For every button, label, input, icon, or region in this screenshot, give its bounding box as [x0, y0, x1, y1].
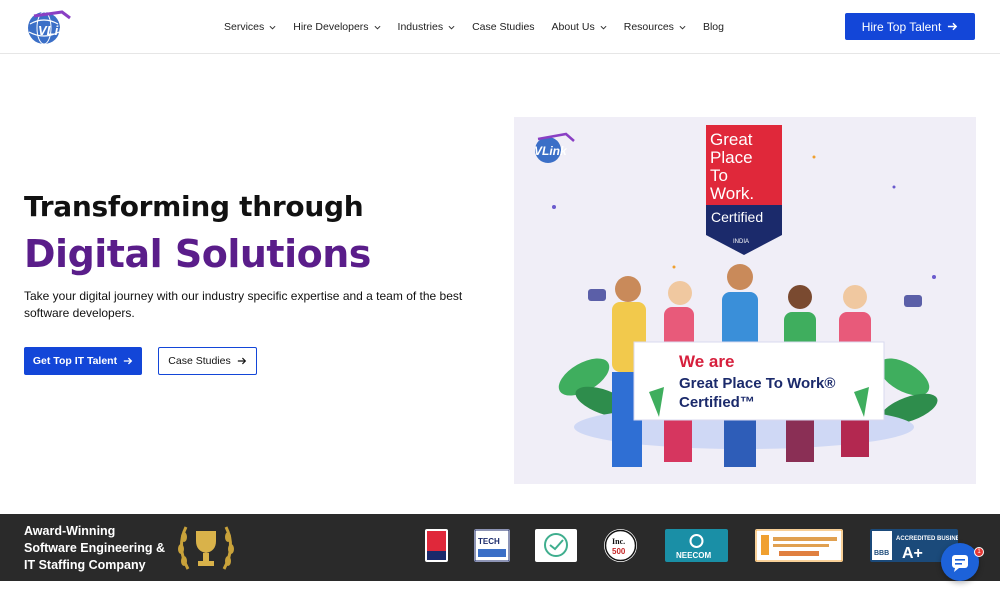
chat-icon [952, 555, 968, 572]
award-text-line: Award-Winning [24, 524, 116, 538]
svg-text:INDIA: INDIA [733, 239, 749, 245]
nav-label: Hire Developers [293, 21, 369, 33]
chat-widget-button[interactable] [941, 543, 979, 581]
svg-text:ACCREDITED BUSINESS: ACCREDITED BUSINESS [896, 536, 958, 542]
nav-case-studies[interactable]: Case Studies [472, 21, 534, 33]
button-label: Get Top IT Talent [32, 355, 118, 367]
svg-text:Inc.: Inc. [612, 537, 625, 546]
we-are-gptw-banner: We are Great Place To Work® Certified™ [633, 341, 885, 421]
nav-industries[interactable]: Industries [398, 21, 456, 33]
site-header: VLink Services Hire Developers Industrie… [0, 0, 1000, 54]
vlink-logo-small: VLink [534, 132, 575, 163]
hero-title-line1: Transforming through [24, 190, 364, 223]
best-places-to-work-badge [755, 529, 843, 562]
nav-label: Industries [397, 21, 444, 33]
svg-text:NEECOM: NEECOM [676, 551, 711, 560]
case-studies-button[interactable]: Case Studies [158, 347, 257, 375]
main-nav: Services Hire Developers Industries Case… [224, 0, 724, 54]
award-text-line: Software Engineering & [24, 541, 165, 555]
chat-notification-badge: 1 [974, 547, 984, 557]
chevron-down-icon [269, 25, 276, 30]
award-text-line: IT Staffing Company [24, 558, 146, 572]
connect-tech-badge: TECH [474, 529, 510, 562]
nav-about-us[interactable]: About Us [552, 21, 607, 33]
chevron-down-icon [600, 25, 607, 30]
great-place-to-work-badge [425, 529, 448, 562]
nav-hire-developers[interactable]: Hire Developers [293, 21, 381, 33]
chevron-down-icon [448, 25, 455, 30]
svg-text:Great Place To Work®: Great Place To Work® [679, 375, 835, 392]
arrow-right-icon [948, 22, 958, 31]
nav-resources[interactable]: Resources [624, 21, 686, 33]
hire-top-talent-button[interactable]: Hire Top Talent [845, 13, 975, 40]
gptw-certified-badge: Great Place To Work. Certified INDIA [706, 125, 782, 255]
svg-text:To: To [710, 166, 728, 185]
svg-text:Certified: Certified [711, 209, 763, 225]
svg-text:TECH: TECH [478, 537, 500, 546]
arrow-right-icon [123, 357, 133, 365]
svg-text:Place: Place [710, 148, 753, 167]
svg-text:VLink: VLink [534, 144, 568, 158]
nav-label: Services [224, 21, 265, 33]
hero-description: Take your digital journey with our indus… [24, 289, 463, 320]
get-top-it-talent-button[interactable]: Get Top IT Talent [24, 347, 142, 375]
nav-label: About Us [551, 21, 595, 33]
nav-label: Case Studies [472, 21, 535, 33]
svg-text:VLink: VLink [38, 23, 74, 38]
inc-5000-badge: Inc. 500 [604, 529, 637, 562]
svg-text:BBB: BBB [874, 550, 889, 557]
gptw-illustration: VLink Great Place To Work. Certified IND… [534, 125, 938, 467]
svg-text:A+: A+ [902, 545, 923, 562]
button-label: Hire Top Talent [861, 19, 942, 34]
nav-services[interactable]: Services [224, 21, 276, 33]
button-label: Case Studies [168, 355, 231, 367]
award-text: Award-Winning Software Engineering & IT … [24, 523, 174, 574]
svg-text:Great: Great [710, 130, 753, 149]
expertise-badge [535, 529, 577, 562]
svg-text:Work.: Work. [710, 184, 754, 203]
vlink-logo[interactable]: VLink [24, 6, 80, 48]
chevron-down-icon [679, 25, 686, 30]
trophy-icon [178, 526, 234, 570]
neecom-badge: NEECOM [665, 529, 728, 562]
arrow-right-icon [237, 357, 246, 365]
hero-illustration: VLink Great Place To Work. Certified IND… [514, 117, 976, 484]
svg-text:500: 500 [612, 547, 626, 556]
chevron-down-icon [374, 25, 381, 30]
nav-blog[interactable]: Blog [703, 21, 724, 33]
nav-label: Blog [702, 21, 724, 33]
svg-text:We are: We are [679, 352, 734, 371]
award-bar: Award-Winning Software Engineering & IT … [0, 514, 1000, 581]
svg-text:Certified™: Certified™ [679, 394, 755, 411]
hero-title-line2: Digital Solutions [24, 232, 371, 276]
nav-label: Resources [623, 21, 674, 33]
